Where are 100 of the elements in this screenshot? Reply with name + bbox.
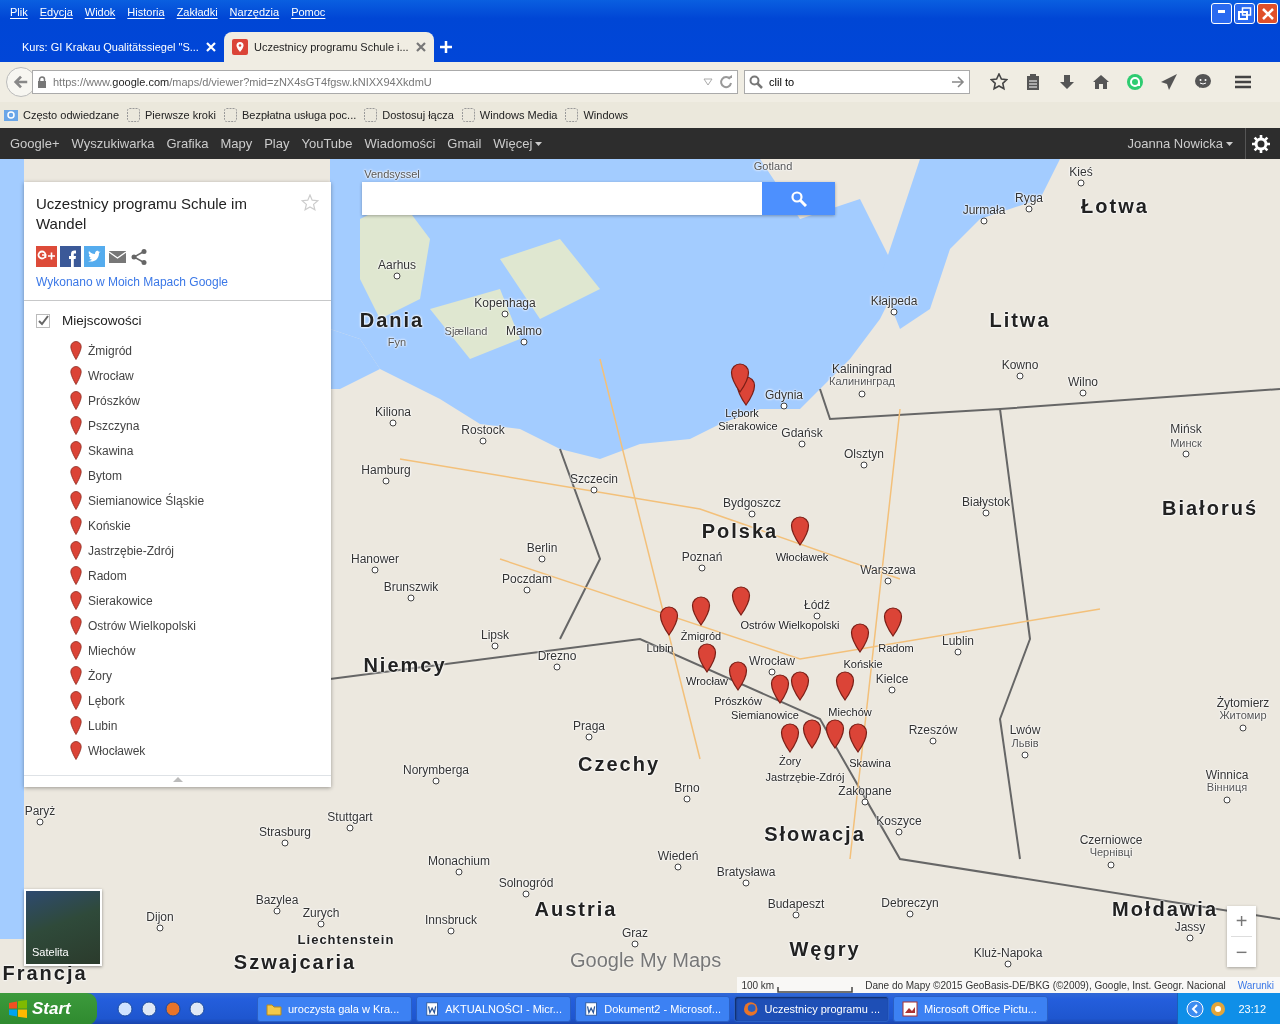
map-marker-icon[interactable]: [780, 723, 800, 753]
satellite-view-button[interactable]: Satelita: [24, 889, 102, 966]
map-marker-icon[interactable]: [790, 671, 810, 701]
paper-plane-icon[interactable]: [1160, 73, 1178, 92]
place-item[interactable]: Wrocław: [88, 366, 134, 385]
bookmark-link[interactable]: Bezpłatna usługa poc...: [241, 106, 357, 124]
bookmark-link[interactable]: Windows: [583, 106, 629, 124]
chevron-icon[interactable]: [1186, 1000, 1205, 1018]
nav-link-item[interactable]: Gmail: [447, 133, 482, 154]
map-marker-icon[interactable]: [802, 719, 822, 749]
quick-launch-icon[interactable]: [141, 1001, 157, 1017]
map-search-field[interactable]: [362, 182, 762, 215]
map-marker-icon[interactable]: [883, 607, 903, 637]
place-item[interactable]: Radom: [88, 566, 127, 585]
google-plus-icon[interactable]: [36, 246, 57, 267]
nav-link-item[interactable]: Wiadomości: [364, 133, 436, 154]
arrow-icon[interactable]: [951, 76, 965, 88]
map-marker-icon[interactable]: [848, 723, 868, 753]
made-with-link[interactable]: Wykonano w Moich Mapach Google: [36, 275, 228, 289]
place-item[interactable]: Lębork: [88, 691, 125, 710]
map-marker-icon[interactable]: [790, 516, 810, 546]
browser-icon[interactable]: [165, 1001, 181, 1017]
map-marker-icon[interactable]: [770, 674, 790, 704]
download-icon[interactable]: [1058, 73, 1076, 92]
nav-link-item[interactable]: Play: [264, 133, 290, 154]
search-box[interactable]: clil to: [744, 70, 970, 94]
place-item[interactable]: Bytom: [88, 466, 122, 485]
zoom-in-button[interactable]: +: [1227, 906, 1256, 936]
place-item[interactable]: Skawina: [88, 441, 134, 460]
zoom-out-button[interactable]: −: [1227, 937, 1256, 967]
place-item[interactable]: Żmigród: [88, 341, 132, 360]
place-item[interactable]: Ostrów Wielkopolski: [88, 616, 197, 635]
menu-item[interactable]: Widok: [78, 0, 122, 24]
address-field[interactable]: https://www.google.com/maps/d/viewer?mid=zNX4sGT4fgsw.kNIXX94XkdmU: [32, 70, 738, 94]
browser-tab[interactable]: Uczestnicy programu Schule i...: [224, 32, 434, 62]
place-item[interactable]: Prószków: [88, 391, 140, 410]
place-item[interactable]: Włocławek: [88, 741, 146, 760]
minimize-button[interactable]: [1211, 3, 1232, 24]
place-item[interactable]: Siemianowice Śląskie: [88, 491, 205, 510]
country-label: Austria: [534, 899, 618, 919]
menu-item[interactable]: Narzędzia: [223, 0, 286, 24]
place-label: Jassy: [1174, 921, 1206, 933]
clipboard-icon[interactable]: [1024, 73, 1042, 92]
map-marker-icon[interactable]: [825, 719, 845, 749]
taskbar-button[interactable]: AKTUALNOŚCI - Micr...: [416, 996, 571, 1022]
start-button[interactable]: Start: [0, 993, 97, 1024]
place-item[interactable]: Jastrzębie-Zdrój: [88, 541, 175, 560]
menu-item[interactable]: Zakładki: [170, 0, 224, 24]
more-menu[interactable]: Więcej: [493, 133, 543, 154]
map-marker-icon[interactable]: [728, 661, 748, 691]
mail-icon[interactable]: [108, 249, 127, 264]
map-marker-icon[interactable]: [835, 671, 855, 701]
reload-icon[interactable]: [719, 75, 733, 89]
star-icon[interactable]: [990, 73, 1008, 92]
terms-link[interactable]: Warunki: [1237, 977, 1274, 993]
map-marker-icon[interactable]: [659, 606, 679, 636]
map-marker-icon[interactable]: [691, 596, 711, 626]
place-item[interactable]: Pszczyna: [88, 416, 140, 435]
nav-link-item[interactable]: Mapy: [220, 133, 253, 154]
place-label: Stuttgart: [327, 811, 373, 823]
browser-tab[interactable]: Kurs: GI Krakau Qualitätssiegel "S...: [14, 32, 224, 62]
place-item[interactable]: Końskie: [88, 516, 131, 535]
place-item[interactable]: Żory: [88, 666, 112, 685]
taskbar-button[interactable]: uroczysta gala w Kra...: [257, 996, 412, 1022]
search-button[interactable]: [762, 182, 835, 215]
settings-icon[interactable]: [1252, 134, 1270, 153]
bookmark-link[interactable]: Dostosuj łącza: [382, 106, 454, 124]
bookmark-link[interactable]: Często odwiedzane: [23, 106, 119, 124]
nav-link-item[interactable]: Grafika: [166, 133, 209, 154]
taskbar-button[interactable]: Dokument2 - Microsof...: [575, 996, 730, 1022]
close-button[interactable]: [1257, 3, 1278, 24]
menu-item[interactable]: Pomoc: [285, 0, 332, 24]
menu-item[interactable]: Edycja: [33, 0, 79, 24]
tray-app-icon[interactable]: [1210, 1001, 1227, 1017]
quick-launch-icon[interactable]: [189, 1001, 205, 1017]
city-dot-icon: [954, 648, 962, 656]
taskbar-button[interactable]: Microsoft Office Pictu...: [893, 996, 1048, 1022]
share-icon[interactable]: [130, 247, 148, 266]
map-marker-icon[interactable]: [850, 623, 870, 653]
taskbar-button[interactable]: Uczestnicy programu ...: [734, 996, 889, 1022]
checkbox[interactable]: [36, 314, 50, 328]
place-item[interactable]: Lubin: [88, 716, 118, 735]
menu-item[interactable]: Plik: [4, 0, 34, 24]
bookmark-link[interactable]: Pierwsze kroki: [145, 106, 216, 124]
map-marker-icon[interactable]: [730, 363, 750, 393]
nav-link-item[interactable]: Wyszukiwarka: [71, 133, 155, 154]
nav-link-item[interactable]: Google+: [10, 133, 60, 154]
place-item[interactable]: Miechów: [88, 641, 136, 660]
bookmark-link[interactable]: Windows Media: [479, 106, 558, 124]
place-item[interactable]: Sierakowice: [88, 591, 153, 610]
nav-link-item[interactable]: YouTube: [301, 133, 353, 154]
facebook-icon[interactable]: [60, 246, 81, 267]
menu-item[interactable]: Historia: [121, 0, 171, 24]
home-icon[interactable]: [1092, 73, 1110, 92]
map-marker-icon[interactable]: [697, 643, 717, 673]
quick-launch-icon[interactable]: [117, 1001, 133, 1017]
restore-button[interactable]: [1234, 3, 1255, 24]
account-menu[interactable]: Joanna Nowicka: [1127, 133, 1233, 154]
map-marker-icon[interactable]: [731, 586, 751, 616]
close-icon[interactable]: [416, 42, 426, 52]
